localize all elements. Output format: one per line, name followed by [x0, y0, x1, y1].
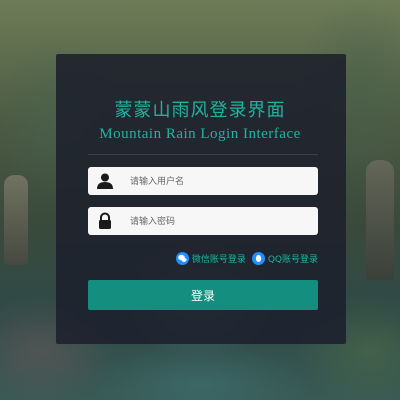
wechat-icon — [175, 251, 189, 265]
qq-login-label: QQ账号登录 — [267, 254, 318, 265]
login-button[interactable]: 登录 — [88, 280, 318, 310]
background-stone-right — [366, 160, 394, 280]
alt-login-options: 微信账号登录 QQ账号登录 — [175, 251, 318, 265]
lock-icon — [96, 212, 114, 230]
page-subtitle: Mountain Rain Login Interface — [99, 126, 301, 142]
qq-icon — [251, 251, 265, 265]
background-stone-left — [4, 175, 28, 265]
wechat-login-link[interactable]: 微信账号登录 — [175, 251, 246, 265]
qq-login-link[interactable]: QQ账号登录 — [251, 251, 318, 265]
user-icon — [96, 172, 114, 190]
username-input[interactable] — [128, 167, 316, 197]
page-title: 蒙蒙山雨风登录界面 — [114, 100, 286, 121]
title-divider — [88, 154, 318, 155]
password-input[interactable] — [128, 207, 316, 237]
username-field[interactable] — [88, 167, 318, 197]
password-field[interactable] — [88, 207, 318, 237]
wechat-login-label: 微信账号登录 — [191, 254, 246, 265]
